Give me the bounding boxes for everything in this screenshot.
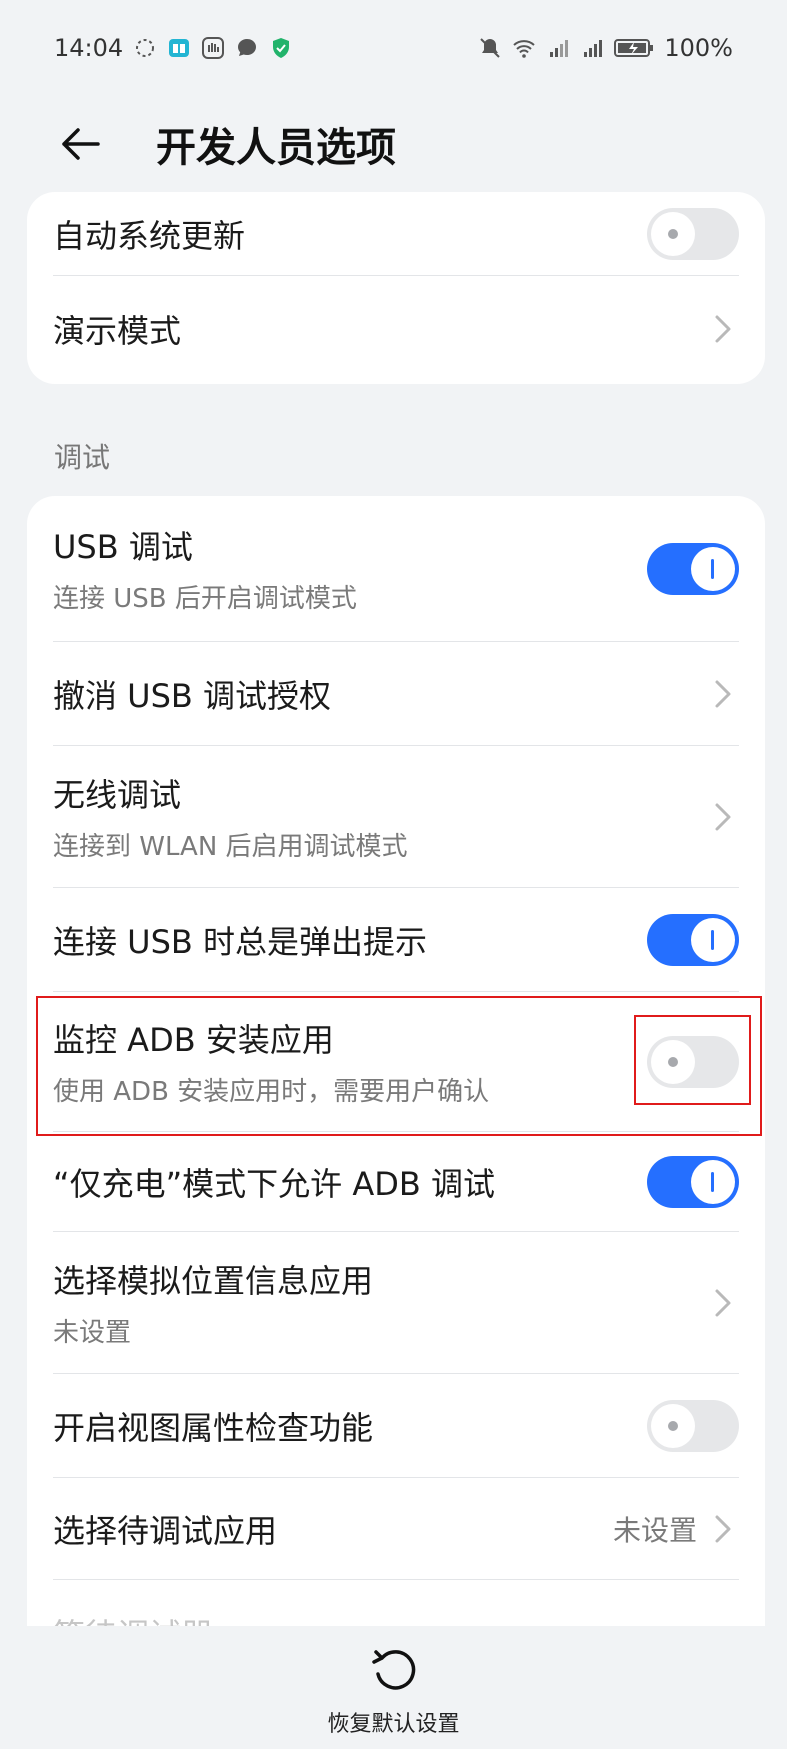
row-title: 选择待调试应用 xyxy=(53,1511,278,1550)
row-subtitle: 连接到 WLAN 后启用调试模式 xyxy=(53,832,408,862)
chevron-right-icon xyxy=(715,315,731,343)
reset-icon[interactable] xyxy=(366,1644,422,1700)
row-subtitle: 连接 USB 后开启调试模式 xyxy=(53,584,357,614)
row-title: 演示模式 xyxy=(53,312,182,350)
toggle-switch[interactable] xyxy=(647,1399,739,1452)
row-value: 未设置 xyxy=(612,1513,697,1547)
row-usb-debugging[interactable]: USB 调试 连接 USB 后开启调试模式 xyxy=(53,496,739,642)
row-title: 自动系统更新 xyxy=(53,216,246,255)
section-label-debug: 调试 xyxy=(54,441,111,474)
row-auto-system-update[interactable]: 自动系统更新 xyxy=(53,192,739,276)
back-button[interactable] xyxy=(40,104,120,184)
status-bar: 14:04 100% xyxy=(0,0,787,96)
row-wireless-debugging[interactable]: 无线调试 连接到 WLAN 后启用调试模式 xyxy=(53,746,739,888)
toggle-switch[interactable] xyxy=(647,1155,739,1208)
app-header: 开发人员选项 xyxy=(0,96,787,192)
shield-check-icon xyxy=(273,38,290,58)
row-demo-mode[interactable]: 演示模式 xyxy=(53,276,739,382)
row-title: 开启视图属性检查功能 xyxy=(53,1408,374,1447)
toggle-switch[interactable] xyxy=(647,913,739,966)
row-title: 无线调试 xyxy=(53,776,182,814)
settings-card-top: 自动系统更新 演示模式 xyxy=(27,192,765,384)
row-revoke-usb-auth[interactable]: 撤消 USB 调试授权 xyxy=(53,642,739,746)
bell-muted-icon xyxy=(480,38,501,58)
arrow-left-icon xyxy=(62,128,100,160)
row-subtitle: 使用 ADB 安装应用时，需要用户确认 xyxy=(53,1077,490,1107)
settings-card-debug: USB 调试 连接 USB 后开启调试模式 撤消 USB 调试授权 无线调试 连… xyxy=(27,496,765,1626)
chevron-right-icon xyxy=(715,1515,731,1542)
toggle-switch[interactable] xyxy=(647,542,739,595)
chevron-right-icon xyxy=(715,803,731,830)
battery-charging-icon xyxy=(614,39,654,57)
row-charge-only-adb[interactable]: “仅充电”模式下允许 ADB 调试 xyxy=(53,1132,739,1232)
toggle-switch[interactable] xyxy=(647,1035,739,1088)
row-title: 选择模拟位置信息应用 xyxy=(53,1262,374,1300)
chevron-right-icon xyxy=(715,680,731,707)
wifi-icon xyxy=(513,40,536,58)
signal-2g-icon xyxy=(550,40,569,57)
bottom-action-bar: 恢复默认设置 xyxy=(0,1626,787,1749)
reset-defaults-button[interactable]: 恢复默认设置 xyxy=(327,1706,459,1738)
hand-app-icon xyxy=(202,37,225,59)
battery-percent: 100% xyxy=(664,34,733,62)
row-monitor-adb-install[interactable]: 监控 ADB 安装应用 使用 ADB 安装应用时，需要用户确认 xyxy=(53,992,739,1132)
row-select-debug-app[interactable]: 选择待调试应用 未设置 xyxy=(53,1478,739,1580)
row-title: 连接 USB 时总是弹出提示 xyxy=(53,922,428,961)
row-wait-for-debugger[interactable]: 等待调试器 xyxy=(53,1580,739,1626)
row-title: 等待调试器 xyxy=(53,1610,739,1626)
row-title: 监控 ADB 安装应用 xyxy=(53,1021,334,1059)
row-view-attribute-inspection[interactable]: 开启视图属性检查功能 xyxy=(53,1374,739,1478)
toggle-switch[interactable] xyxy=(647,207,739,260)
row-mock-location-app[interactable]: 选择模拟位置信息应用 未设置 xyxy=(53,1232,739,1374)
row-usb-connect-prompt[interactable]: 连接 USB 时总是弹出提示 xyxy=(53,888,739,992)
row-subtitle: 未设置 xyxy=(53,1318,132,1348)
row-title: USB 调试 xyxy=(53,528,193,566)
chevron-right-icon xyxy=(715,1289,731,1316)
book-app-icon xyxy=(169,39,190,57)
row-title: 撤消 USB 调试授权 xyxy=(53,676,332,715)
message-icon xyxy=(238,39,257,56)
page-title: 开发人员选项 xyxy=(156,125,396,171)
row-title: “仅充电”模式下允许 ADB 调试 xyxy=(53,1164,495,1203)
signal-4g-icon xyxy=(584,40,603,57)
status-time: 14:04 xyxy=(54,34,124,62)
loading-icon xyxy=(136,39,155,57)
